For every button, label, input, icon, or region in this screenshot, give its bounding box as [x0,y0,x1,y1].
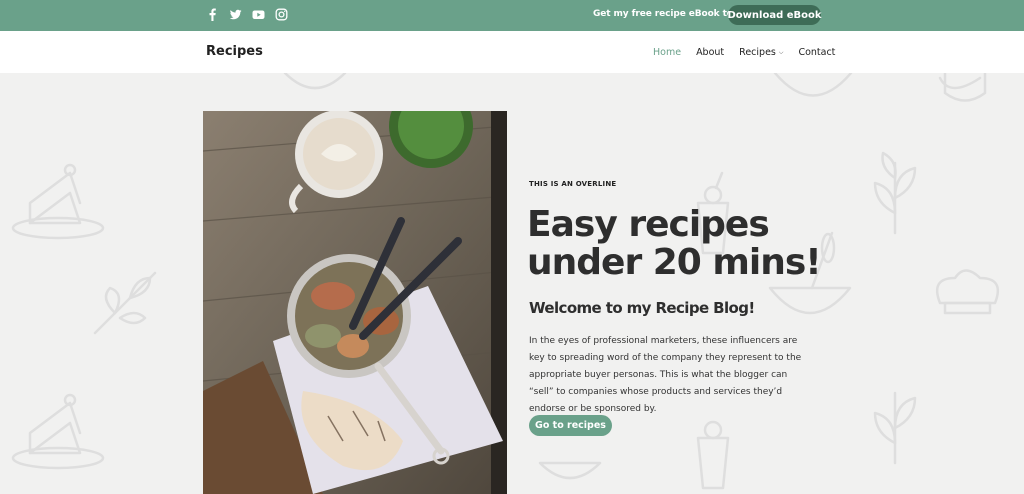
nav-item-recipes[interactable]: Recipes ⌵ [739,47,783,58]
nav-item-label: Home [653,47,682,58]
bowl-icon [773,73,853,97]
download-ebook-button[interactable]: Download eBook [728,5,822,25]
milkshake-icon [696,420,730,490]
hero-food-photo [203,111,507,494]
bowl-icon [538,461,602,480]
nav-item-home[interactable]: Home [653,47,681,58]
twitter-icon[interactable] [229,8,242,21]
nav-item-label: Recipes [739,47,776,58]
nav-item-contact[interactable]: Contact [798,47,835,58]
plant-icon [873,391,917,465]
bowl-icon [283,73,347,90]
background-pattern [11,73,1000,490]
go-to-recipes-button[interactable]: Go to recipes [529,415,612,436]
cake-icon [11,393,105,470]
nav-item-label: About [696,47,725,58]
facebook-icon[interactable] [206,8,219,21]
main-nav: Recipes Home About Recipes ⌵ Contact [0,31,1024,73]
cake-icon [11,163,105,240]
plant-icon [873,151,917,235]
instagram-icon[interactable] [275,8,288,21]
chef-hat-icon [935,269,1000,315]
nav-menu: Home About Recipes ⌵ Contact [653,47,835,58]
chevron-down-icon: ⌵ [778,48,784,56]
hero-body-text: In the eyes of professional marketers, t… [529,336,802,414]
site-brand[interactable]: Recipes [206,44,263,59]
hero-overline: THIS IS AN OVERLINE [529,180,617,188]
nav-item-label: Contact [798,47,836,58]
nav-item-about[interactable]: About [696,47,724,58]
leaf-icon [93,271,157,335]
hero-headline: Easy recipes under 20 mins! [527,204,822,283]
social-links [206,8,288,21]
top-bar: Get my free recipe eBook today! Download… [0,0,1024,31]
hero-subheading: Welcome to my Recipe Blog! [529,299,755,317]
youtube-icon[interactable] [252,8,265,21]
